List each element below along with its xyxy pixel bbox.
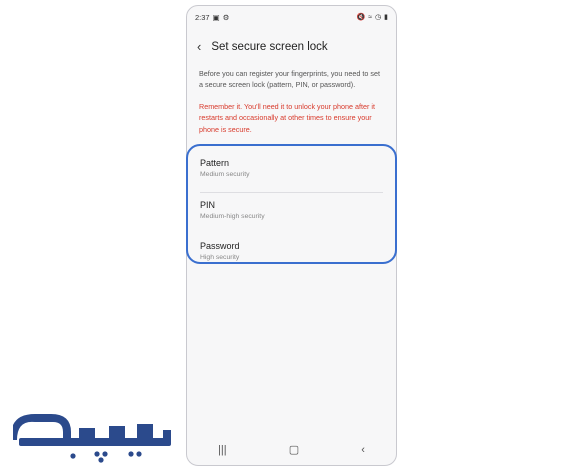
brand-logo bbox=[13, 414, 171, 463]
back-icon[interactable]: ‹ bbox=[197, 40, 201, 53]
alarm-icon: ◷ bbox=[375, 14, 382, 21]
image-icon: ▣ bbox=[212, 12, 220, 22]
home-icon[interactable]: ▢ bbox=[289, 444, 299, 456]
battery-icon: ▮ bbox=[384, 14, 388, 21]
back-nav-icon[interactable]: ‹ bbox=[361, 444, 365, 456]
header: ‹ Set secure screen lock bbox=[197, 40, 328, 53]
navigation-bar: ||| ▢ ‹ bbox=[187, 443, 396, 457]
warning-text: Remember it. You'll need it to unlock yo… bbox=[199, 102, 375, 134]
wifi-icon: ≈ bbox=[368, 13, 373, 21]
recent-apps-icon[interactable]: ||| bbox=[218, 444, 227, 456]
page-title: Set secure screen lock bbox=[211, 40, 328, 53]
status-time: 2:37 bbox=[195, 12, 210, 22]
gear-icon: ⚙ bbox=[222, 12, 230, 22]
intro-text: Before you can register your fingerprint… bbox=[199, 69, 380, 90]
status-bar: 2:37 ▣ ⚙ 🔇 ≈ ◷ ▮ bbox=[187, 10, 396, 24]
mute-icon: 🔇 bbox=[356, 14, 366, 21]
options-highlight-frame bbox=[186, 144, 397, 264]
